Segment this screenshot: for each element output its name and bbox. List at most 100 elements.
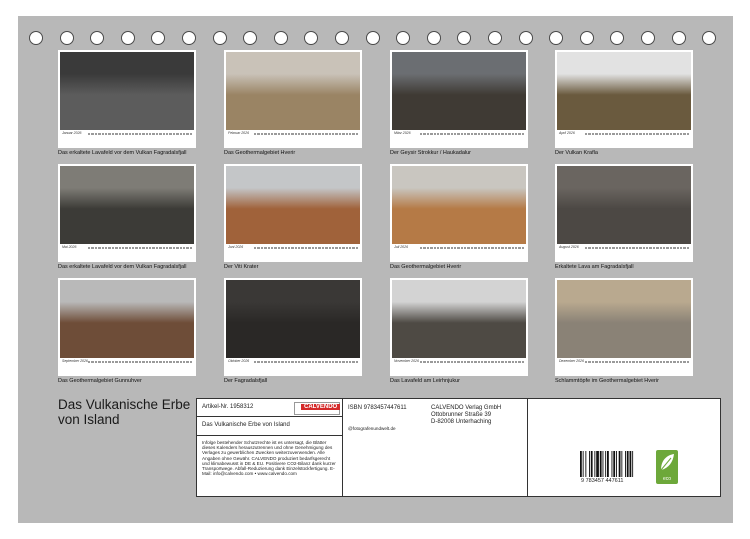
day-tick — [179, 133, 182, 135]
day-tick — [284, 247, 287, 249]
landscape-photo — [60, 166, 194, 244]
day-tick — [254, 133, 257, 135]
day-tick — [595, 361, 598, 363]
day-tick — [94, 133, 98, 135]
day-tick — [514, 361, 518, 363]
day-strip — [88, 247, 193, 251]
day-tick — [588, 247, 591, 249]
day-tick — [430, 133, 433, 135]
day-tick — [646, 361, 649, 363]
photo-caption: Erkaltete Lava am Fagradalsfjall — [555, 264, 634, 270]
day-tick — [128, 133, 132, 135]
day-tick — [128, 247, 132, 249]
day-tick — [274, 361, 277, 363]
binding-ring — [365, 31, 380, 45]
day-tick — [108, 361, 111, 363]
day-tick — [487, 361, 491, 363]
day-tick — [518, 361, 521, 363]
day-tick — [91, 361, 94, 363]
binding-ring — [488, 31, 502, 45]
day-tick — [331, 361, 335, 363]
day-tick — [169, 247, 172, 249]
day-tick — [165, 361, 169, 363]
day-tick — [121, 133, 125, 135]
month-card: Januar 2026 — [58, 50, 196, 148]
day-tick — [335, 361, 338, 363]
day-tick — [423, 133, 426, 135]
day-tick — [132, 133, 135, 135]
day-tick — [615, 361, 618, 363]
binding-ring — [273, 31, 288, 45]
binding-ring — [579, 31, 594, 45]
day-tick — [591, 361, 595, 363]
day-tick — [149, 247, 152, 249]
day-tick — [331, 247, 335, 249]
day-tick — [277, 133, 281, 135]
day-tick — [518, 133, 521, 135]
month-label: September 2026 — [62, 359, 88, 363]
month-label: Februar 2026 — [228, 131, 250, 135]
day-tick — [612, 133, 615, 135]
day-tick — [182, 133, 186, 135]
day-tick — [338, 247, 342, 249]
day-tick — [138, 247, 142, 249]
day-tick — [588, 361, 591, 363]
day-tick — [338, 133, 342, 135]
author-handle: @fotografenundwelt.de — [348, 426, 396, 431]
month-label: April 2026 — [559, 131, 575, 135]
day-tick — [138, 361, 142, 363]
month-label: Mai 2026 — [62, 245, 77, 249]
day-tick — [477, 247, 481, 249]
barcode-bar — [613, 451, 616, 477]
day-tick — [484, 133, 487, 135]
day-tick — [426, 361, 430, 363]
day-tick — [608, 247, 612, 249]
day-tick — [430, 247, 433, 249]
day-tick — [474, 361, 477, 363]
day-tick — [142, 361, 145, 363]
day-tick — [662, 247, 666, 249]
day-tick — [686, 361, 690, 363]
day-tick — [464, 361, 467, 363]
barcode-bar — [585, 451, 587, 477]
day-tick — [673, 361, 676, 363]
day-tick — [618, 133, 622, 135]
day-tick — [504, 361, 508, 363]
month-card: Mai 2026 — [58, 164, 196, 262]
day-tick — [267, 247, 270, 249]
day-tick — [622, 247, 625, 249]
day-tick — [88, 247, 91, 249]
binding-ring — [671, 31, 686, 45]
day-tick — [294, 247, 298, 249]
day-tick — [321, 247, 325, 249]
photo-caption: Das erkaltete Lavafeld vor dem Vulkan Fa… — [58, 264, 187, 270]
barcode-bar — [582, 451, 584, 477]
barcode-bar — [580, 451, 582, 477]
binding-ring — [549, 31, 564, 45]
day-tick — [176, 247, 179, 249]
photo-caption: Das erkaltete Lavafeld vor dem Vulkan Fa… — [58, 150, 187, 156]
day-tick — [487, 247, 491, 249]
day-tick — [679, 133, 683, 135]
day-tick — [494, 247, 497, 249]
day-tick — [257, 133, 260, 135]
day-tick — [514, 133, 518, 135]
day-tick — [635, 133, 639, 135]
day-tick — [453, 247, 457, 249]
month-label: Juli 2026 — [394, 245, 409, 249]
landscape-photo — [60, 280, 194, 358]
calvendo-logo-text: CALVENDO — [301, 404, 341, 410]
barcode-bar — [590, 451, 593, 477]
day-tick — [172, 133, 176, 135]
photo-caption: Der Vulkan Krafla — [555, 150, 598, 156]
day-tick — [430, 361, 433, 363]
day-tick — [481, 133, 484, 135]
day-tick — [497, 361, 501, 363]
day-tick — [433, 133, 436, 135]
day-tick — [325, 247, 328, 249]
day-tick — [585, 361, 588, 363]
day-tick — [521, 133, 525, 135]
day-tick — [125, 133, 128, 135]
binding-ring — [518, 31, 533, 45]
photo-caption: Das Geothermalgebiet Hverir — [390, 264, 462, 270]
